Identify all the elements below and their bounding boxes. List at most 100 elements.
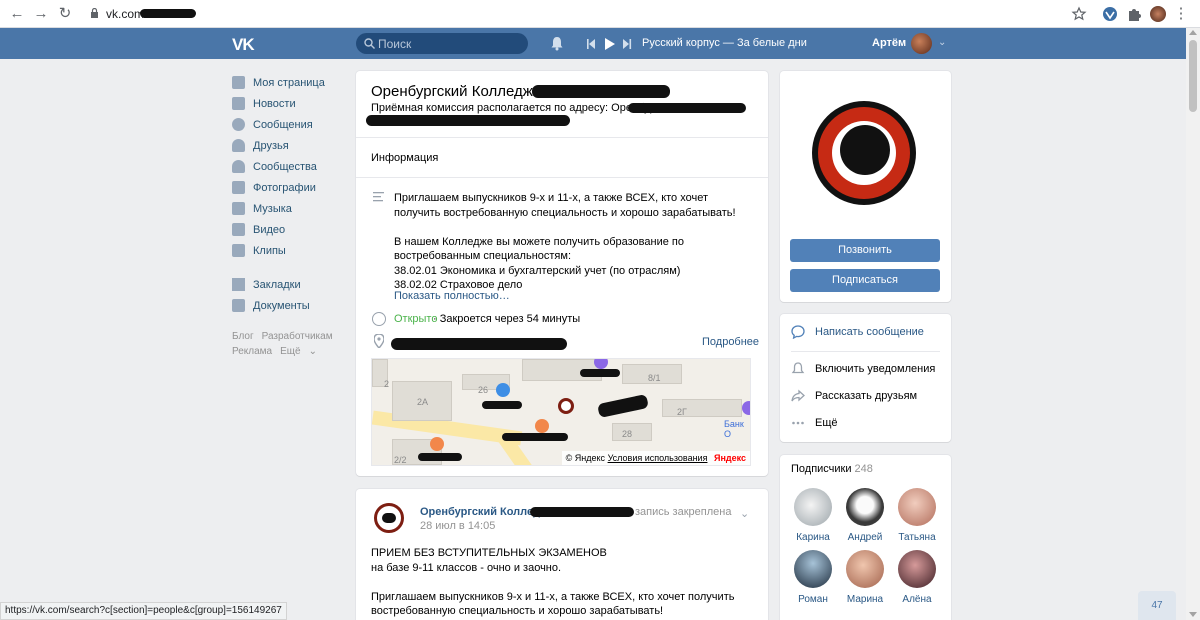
more-action[interactable]: Ещё [791,416,838,430]
reload-icon[interactable]: ↻ [56,5,74,23]
sidebar-item-clips[interactable]: Клипы [232,240,342,261]
extension-vk-icon[interactable] [1102,6,1118,22]
header-user-name[interactable]: Артём [872,37,906,49]
subscriber-item[interactable]: Андрей [840,488,890,543]
avatar [898,488,936,526]
sidebar-footer: Блог Разработчикам Реклама Ещё ⌄ [232,329,342,359]
footer-link-more[interactable]: Ещё [280,346,300,357]
scroll-up-icon[interactable] [1189,30,1197,35]
forward-icon[interactable]: → [32,5,50,23]
map-copyright: © Яндекс [565,453,606,463]
bell-icon[interactable] [550,36,564,51]
sidebar-item-photos[interactable]: Фотографии [232,177,342,198]
post-date[interactable]: 28 июл в 14:05 [420,520,495,532]
sidebar-item-label: Документы [253,299,310,312]
college-location-marker[interactable] [558,398,574,414]
map-building [662,399,742,417]
group-info-card: Оренбургский Колледж Приёмная комиссия р… [356,71,768,476]
subscribers-header[interactable]: Подписчики 248 [791,463,873,475]
sidebar-item-video[interactable]: Видео [232,219,342,240]
chat-count: 47 [1151,600,1163,611]
yandex-logo[interactable]: Яндекс [714,453,746,463]
back-icon[interactable]: ← [8,5,26,23]
profile-avatar[interactable] [1150,6,1166,22]
header-avatar[interactable] [911,33,932,54]
prev-icon [587,39,589,49]
sidebar-item-friends[interactable]: Друзья [232,135,342,156]
footer-link-blog[interactable]: Блог [232,331,254,342]
enable-notifications-action[interactable]: Включить уведомления [791,362,935,376]
write-message-action[interactable]: Написать сообщение [791,325,924,339]
map-attribution: © Яндекс Условия использования Яндекс [561,451,750,465]
sidebar-item-my-page[interactable]: Моя страница [232,72,342,93]
share-action[interactable]: Рассказать друзьям [791,389,917,403]
subscribers-label: Подписчики [791,463,852,475]
scroll-down-icon[interactable] [1189,612,1197,617]
sidebar-item-label: Друзья [253,139,289,152]
sidebar-item-label: Видео [253,223,286,236]
pinned-post-card: Оренбургский Колледж запись закреплена 2… [356,489,768,620]
friends-icon [232,139,245,152]
map-label: 2 [384,379,390,389]
subscriber-item[interactable]: Роман [788,550,838,605]
sidebar-item-news[interactable]: Новости [232,93,342,114]
communities-icon [232,160,245,173]
play-icon [605,38,615,50]
menu-dots-icon[interactable]: ⋮ [1172,5,1190,23]
subscriber-item[interactable]: Карина [788,488,838,543]
chevron-down-icon[interactable]: ⌄ [740,507,749,520]
chevron-down-icon[interactable]: ⌄ [309,346,317,357]
star-icon[interactable] [1071,6,1087,22]
bell-icon [791,362,805,374]
college-logo[interactable] [812,101,916,205]
sidebar-item-bookmarks[interactable]: Закладки [232,274,342,295]
redaction-mark [532,85,670,98]
search-input[interactable]: Поиск [356,33,528,54]
sidebar-item-label: Фотографии [253,181,316,194]
location-map[interactable]: 2 2A 26 8/1 2Г 28 2/2 Банк О © Яндекс Ус… [371,358,751,466]
map-terms-link[interactable]: Условия использования [608,453,708,463]
details-link[interactable]: Подробнее [702,336,759,348]
map-poi-icon[interactable] [430,437,444,451]
call-button[interactable]: Позвонить [790,239,940,262]
tab-information[interactable]: Информация [371,152,438,164]
subscriber-name: Татьяна [898,532,936,543]
sidebar-item-messages[interactable]: Сообщения [232,114,342,135]
footer-link-ads[interactable]: Реклама [232,346,272,357]
puzzle-icon[interactable] [1126,6,1142,22]
sidebar-item-label: Закладки [253,278,301,291]
sidebar-item-communities[interactable]: Сообщества [232,156,342,177]
map-poi-icon[interactable] [742,401,750,415]
page-title: Оренбургский Колледж [371,83,533,100]
subscriber-item[interactable]: Татьяна [892,488,942,543]
post-pinned-label: запись закреплена [635,506,732,518]
map-label: 8/1 [648,373,661,383]
show-more-link[interactable]: Показать полностью… [394,290,510,302]
now-playing-track[interactable]: Русский корпус — За белые дни [642,37,807,49]
post-author-name[interactable]: Оренбургский Колледж [420,506,548,518]
chat-counter[interactable]: 47 [1138,591,1176,620]
map-poi-icon[interactable] [594,359,608,369]
redaction-mark [418,453,462,461]
footer-link-developers[interactable]: Разработчикам [262,331,333,342]
subscriber-item[interactable]: Марина [840,550,890,605]
location-pin-icon [374,334,384,348]
map-poi-icon[interactable] [535,419,549,433]
subscriber-item[interactable]: Алёна [892,550,942,605]
vk-logo[interactable]: VK [232,35,255,55]
subscribers-count: 248 [854,463,873,475]
logo-redaction [840,125,890,175]
post-author-avatar[interactable] [374,503,404,533]
action-label: Включить уведомления [815,363,936,375]
document-icon [232,299,245,312]
sidebar-item-label: Новости [253,97,296,110]
divider [791,351,940,352]
sidebar-item-music[interactable]: Музыка [232,198,342,219]
sidebar-item-documents[interactable]: Документы [232,295,342,316]
map-poi-icon[interactable] [496,383,510,397]
subscribe-button[interactable]: Подписаться [790,269,940,292]
page-scrollbar[interactable] [1186,28,1200,620]
player-controls[interactable] [587,38,633,50]
scroll-thumb[interactable] [1189,40,1197,112]
chevron-down-icon[interactable]: ⌄ [938,37,946,48]
